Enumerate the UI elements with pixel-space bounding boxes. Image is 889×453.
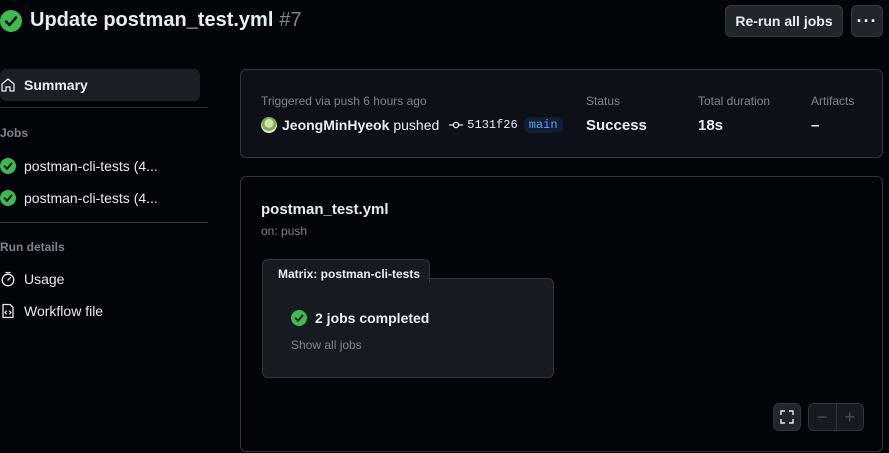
trigger-text: Triggered via push 6 hours ago [261,94,427,108]
branch-badge[interactable]: main [523,117,563,133]
run-summary-card: Triggered via push 6 hours ago JeongMinH… [240,69,883,158]
artifacts-value: – [811,117,820,134]
sidebar-item-label: Usage [24,271,65,287]
commit-icon [449,121,464,129]
sidebar-item-label: postman-cli-tests (4... [24,158,158,174]
sidebar-item-label: Summary [24,77,88,93]
run-header: Update postman_test.yml #7 Re-run all job… [0,0,889,44]
home-icon [0,77,16,93]
zoom-out-button[interactable]: − [809,404,837,430]
sidebar-item-label: postman-cli-tests (4... [24,190,158,206]
status-label: Status [586,94,621,108]
fullscreen-button[interactable] [773,403,801,431]
sidebar-item-job[interactable]: postman-cli-tests (4... [0,150,200,182]
zoom-controls: − + [808,403,864,431]
jobs-heading: Jobs [0,126,29,140]
run-title: Update postman_test.yml [30,9,274,31]
rerun-all-jobs-button[interactable]: Re-run all jobs [725,5,843,37]
more-options-button[interactable]: ··· [851,5,883,37]
sidebar-item-workflow-file[interactable]: Workflow file [0,295,200,327]
commit-sha: 5131f26 [467,118,518,132]
file-code-icon [0,303,16,319]
action-text: pushed [393,117,440,133]
sidebar-item-usage[interactable]: Usage [0,263,200,295]
actor-line: JeongMinHyeok pushed 5131f26 main [261,117,563,133]
fullscreen-icon [780,410,794,424]
workflow-trigger: on: push [261,224,308,238]
divider [0,107,208,108]
workflow-name[interactable]: postman_test.yml [261,201,389,218]
status-value: Success [586,117,647,134]
divider [0,222,208,223]
duration-value: 18s [698,117,724,134]
matrix-label: Matrix: postman-cli-tests [262,259,430,283]
success-check-icon [291,310,307,326]
success-check-icon [0,158,16,174]
zoom-in-button[interactable]: + [837,404,864,430]
jobs-completed-text: 2 jobs completed [315,310,430,326]
run-details-heading: Run details [0,240,65,254]
success-check-icon [0,190,16,206]
workflow-graph-card: postman_test.yml on: push Matrix: postma… [240,176,883,452]
sidebar-item-job[interactable]: postman-cli-tests (4... [0,182,200,214]
sidebar-item-summary[interactable]: Summary [0,69,200,101]
stopwatch-icon [0,271,16,287]
matrix-job-group[interactable]: 2 jobs completed Show all jobs [262,278,554,378]
actor-link[interactable]: JeongMinHyeok [282,117,389,133]
page-title: Update postman_test.yml #7 [30,9,302,32]
artifacts-label: Artifacts [811,94,855,108]
jobs-completed: 2 jobs completed [291,310,429,326]
commit-link[interactable]: 5131f26 [449,118,518,132]
success-check-icon [0,10,22,32]
sidebar-item-label: Workflow file [24,303,104,319]
run-number: #7 [279,9,302,31]
avatar[interactable] [261,117,277,133]
show-all-jobs-link[interactable]: Show all jobs [291,338,362,352]
duration-label: Total duration [698,94,771,108]
